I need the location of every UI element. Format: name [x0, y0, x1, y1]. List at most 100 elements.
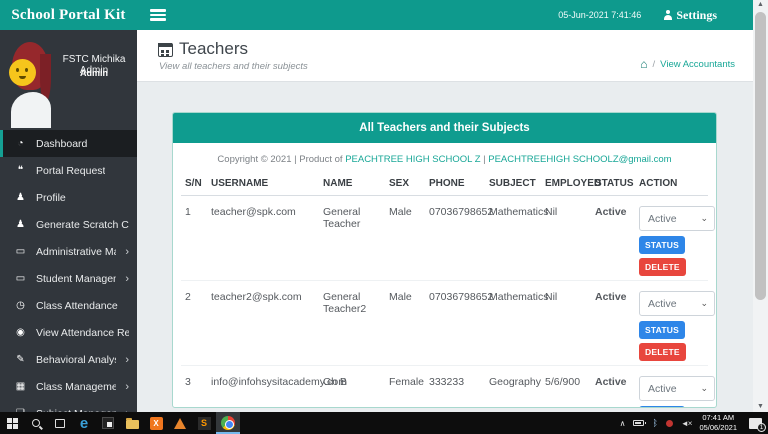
row-status-select[interactable]: Active ⌄ [639, 376, 715, 401]
scrollbar-thumb[interactable] [755, 12, 766, 300]
laptop-icon: ▭ [15, 246, 26, 257]
cell-phone: 333233 [425, 365, 485, 407]
sidebar-item-view-attendance-records[interactable]: ◉ View Attendance Records [0, 319, 137, 346]
sidebar-toggle-icon[interactable] [146, 5, 170, 25]
chevron-down-icon: ⌄ [700, 213, 708, 223]
chevron-down-icon: ⌄ [700, 298, 708, 308]
breadcrumb-separator: / [652, 58, 656, 70]
cell-status: Active [591, 365, 635, 407]
page-scrollbar[interactable]: ▲ ▼ [753, 0, 768, 412]
column-header-sex: SEX [385, 172, 425, 196]
cell-subject: Mathematics [485, 280, 549, 366]
xampp-icon[interactable]: X [144, 412, 168, 434]
sidebar-item-behavioral-analysis[interactable]: ✎ Behavioral Analysis › [0, 346, 137, 373]
row-status-select[interactable]: Active ⌄ [639, 206, 715, 231]
taskview-icon[interactable] [48, 412, 72, 434]
column-header-action: ACTION [635, 172, 708, 196]
column-header-name: NAME [319, 172, 385, 196]
copyright-email-link[interactable]: PEACHTREEHIGH SCHOOLZ@gmail.com [488, 154, 671, 165]
sidebar-item-student-management[interactable]: ▭ Student Management › [0, 265, 137, 292]
edge-icon[interactable]: e [72, 412, 96, 434]
sidebar-item-dashboard[interactable]: ◔ Dashboard [0, 130, 137, 157]
chevron-right-icon: › [125, 245, 129, 258]
sidebar-item-portal-request[interactable]: ❝ Portal Request [0, 157, 137, 184]
cell-name: General Teacher2 [319, 280, 385, 366]
action-center-icon[interactable]: 1 [749, 417, 766, 432]
breadcrumb-current[interactable]: View Accountants [660, 59, 735, 70]
scroll-down-icon[interactable]: ▼ [753, 402, 768, 412]
sidebar-item-profile[interactable]: ♟ Profile [0, 184, 137, 211]
status-button[interactable]: STATUS [639, 406, 685, 407]
sidebar-item-subject-management[interactable]: ❏ Subject Management › [0, 400, 137, 413]
cell-status: Active [591, 195, 635, 281]
topbar: School Portal Kit 05-Jun-2021 7:41:46 Se… [0, 0, 753, 30]
cell-sex: Male [385, 280, 425, 366]
recording-icon[interactable] [665, 419, 673, 427]
battery-icon[interactable] [633, 420, 647, 426]
sublime-icon[interactable]: S [192, 412, 216, 434]
settings-menu[interactable]: Settings [663, 8, 717, 23]
start-icon[interactable] [0, 412, 24, 434]
scroll-up-icon[interactable]: ▲ [753, 0, 768, 10]
clock-icon: ◷ [16, 300, 25, 311]
sidebar-item-generate-scratch-card[interactable]: ♟ Generate Scratch Card [0, 211, 137, 238]
edit-icon: ✎ [16, 354, 25, 365]
bluetooth-icon[interactable]: ᛒ [652, 418, 657, 428]
vlc-icon[interactable] [168, 412, 192, 434]
column-header-s-n: S/N [181, 172, 207, 196]
cell-sn: 1 [181, 195, 207, 281]
sidebar-item-class-management[interactable]: ▦ Class Management › [0, 373, 137, 400]
notification-badge: 1 [757, 422, 766, 432]
column-header-subject: SUBJECT [485, 172, 541, 196]
notepad-icon[interactable] [96, 412, 120, 434]
comment-icon: ❝ [17, 165, 24, 176]
copyright-prefix: Copyright © 2021 | Product of [217, 154, 346, 165]
chevron-right-icon: › [125, 380, 129, 393]
sidebar-profile: FSTC Michika Admin Admin [0, 30, 137, 128]
cell-username: teacher@spk.com [207, 195, 319, 281]
sidebar-menu: ◔ Dashboard ❝ Portal Request ♟ Profile ♟… [0, 130, 137, 412]
taskbar: e X S ∧ ᛒ ◄× 07:41 AM 05/06/2021 1 [0, 412, 768, 434]
table-row: 1 teacher@spk.com General Teacher Male 0… [181, 195, 715, 281]
delete-button[interactable]: DELETE [639, 343, 686, 361]
home-icon[interactable]: ⌂ [640, 58, 647, 70]
user-icon: ♟ [16, 219, 25, 230]
cell-phone: 07036798652 [425, 195, 493, 281]
table-header-row: S/N USERNAME NAME SEX PHONE SUBJECT EMPLOYED ST… [181, 172, 708, 196]
settings-label: Settings [676, 7, 717, 22]
cell-subject: Mathematics [485, 195, 549, 281]
status-button[interactable]: STATUS [639, 236, 685, 254]
table-row: 2 teacher2@spk.com General Teacher2 Male… [181, 280, 715, 366]
column-header-phone: PHONE [425, 172, 485, 196]
cell-action: Active ⌄ STATUS DELETE [635, 365, 715, 407]
user-icon [663, 10, 673, 20]
app-brand: School Portal Kit [11, 6, 126, 23]
chevron-up-icon[interactable]: ∧ [620, 419, 626, 428]
search-icon[interactable] [24, 412, 48, 434]
sidebar-item-class-attendance[interactable]: ◷ Class Attendance [0, 292, 137, 319]
column-header-employed: EMPLOYED [541, 172, 601, 196]
copyright-school-link[interactable]: PEACHTREE HIGH SCHOOL Z [345, 154, 480, 165]
column-header-username: USERNAME [207, 172, 319, 196]
row-status-select[interactable]: Active ⌄ [639, 291, 715, 316]
user-icon: ♟ [16, 192, 25, 203]
taskbar-clock[interactable]: 07:41 AM 05/06/2021 [699, 413, 737, 433]
breadcrumb: ⌂ / View Accountants [640, 58, 735, 70]
table-row: 3 info@infohsysitacademy.com Gh B Female… [181, 365, 715, 407]
topbar-datetime: 05-Jun-2021 7:41:46 [558, 10, 642, 20]
cell-sex: Male [385, 195, 425, 281]
status-button[interactable]: STATUS [639, 321, 685, 339]
cell-phone: 07036798652 [425, 280, 493, 366]
calendar-icon [158, 42, 173, 57]
sidebar-item-administrative-manager[interactable]: ▭ Administrative Manager › [0, 238, 137, 265]
speaker-muted-icon[interactable]: ◄× [681, 419, 693, 428]
explorer-icon[interactable] [120, 412, 144, 434]
cell-sn: 2 [181, 280, 207, 366]
cell-name: Gh B [319, 365, 385, 407]
chevron-right-icon: › [125, 272, 129, 285]
chrome-icon[interactable] [216, 412, 240, 434]
delete-button[interactable]: DELETE [639, 258, 686, 276]
cell-name: General Teacher [319, 195, 385, 281]
copyright-line: Copyright © 2021 | Product of PEACHTREE … [181, 143, 708, 172]
profile-role: Admin [80, 68, 108, 78]
